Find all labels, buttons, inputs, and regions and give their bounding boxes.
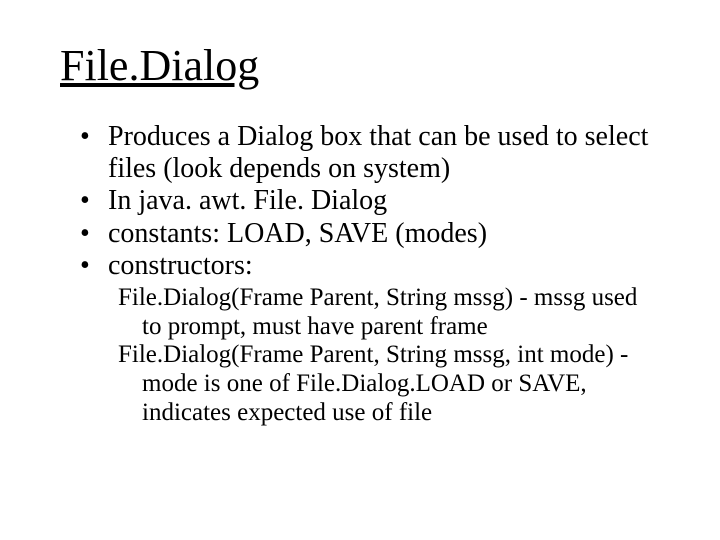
bullet-item: In java. awt. File. Dialog xyxy=(80,185,660,217)
sub-item: File.Dialog(Frame Parent, String mssg, i… xyxy=(118,341,660,427)
sub-list: File.Dialog(Frame Parent, String mssg) -… xyxy=(118,284,660,428)
slide-title: File.Dialog xyxy=(60,40,660,91)
bullet-list: Produces a Dialog box that can be used t… xyxy=(80,121,660,282)
bullet-item: Produces a Dialog box that can be used t… xyxy=(80,121,660,185)
sub-item: File.Dialog(Frame Parent, String mssg) -… xyxy=(118,284,660,342)
bullet-item: constructors: xyxy=(80,250,660,282)
bullet-item: constants: LOAD, SAVE (modes) xyxy=(80,218,660,250)
slide: File.Dialog Produces a Dialog box that c… xyxy=(0,0,720,428)
